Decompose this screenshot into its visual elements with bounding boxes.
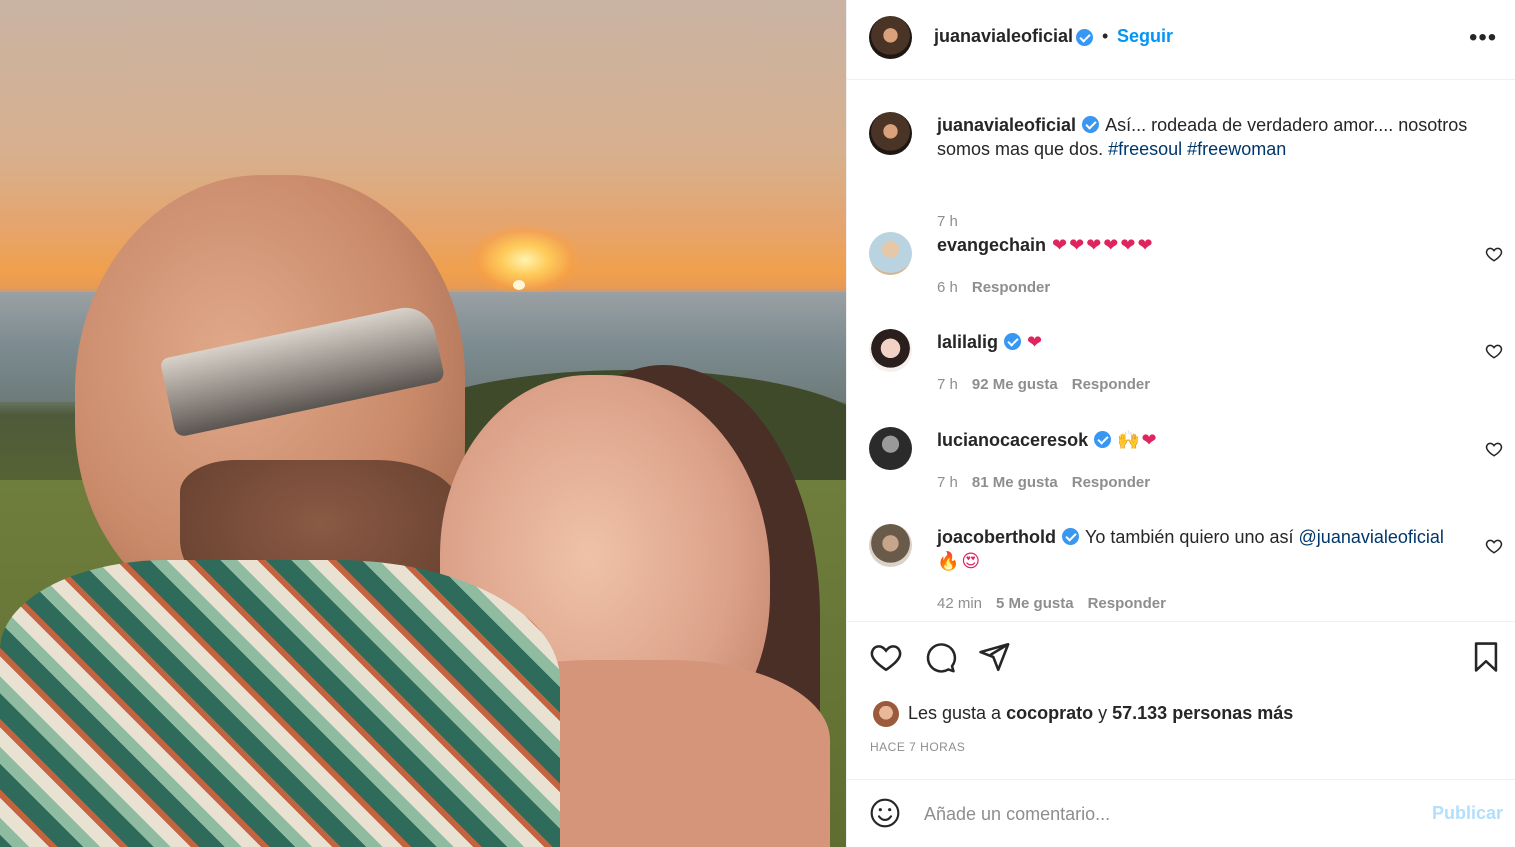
comment-meta: 7 h 92 Me gusta Responder <box>937 376 1150 393</box>
comment-avatar[interactable] <box>869 329 912 372</box>
mention-link[interactable]: @juanavialeoficial <box>1299 527 1444 547</box>
comment-username[interactable]: evangechain <box>937 235 1046 255</box>
comment-time[interactable]: 42 min <box>937 595 982 612</box>
reply-button[interactable]: Responder <box>1088 595 1166 612</box>
comment-username[interactable]: lucianocaceresok <box>937 430 1088 450</box>
post-timestamp[interactable]: HACE 7 HORAS <box>870 740 965 754</box>
photo-sun-dot <box>513 280 525 290</box>
caption-meta: 7 h <box>937 213 972 230</box>
caption-text: juanavialeoficial Así... rodeada de verda… <box>937 113 1477 161</box>
comments-list[interactable]: juanavialeoficial Así... rodeada de verda… <box>847 81 1515 621</box>
comment-avatar[interactable] <box>869 427 912 470</box>
caption-avatar[interactable] <box>869 112 912 155</box>
publish-button[interactable]: Publicar <box>1432 803 1503 824</box>
more-options-icon[interactable]: ••• <box>1469 24 1497 52</box>
comment-text: joacoberthold Yo también quiero uno así @… <box>937 525 1477 574</box>
reply-button[interactable]: Responder <box>1072 474 1150 491</box>
comment-body: ❤❤❤❤❤❤ <box>1052 235 1155 256</box>
comment-meta: 6 h Responder <box>937 279 1050 296</box>
likes-summary: Les gusta a cocoprato y 57.133 personas … <box>869 701 1489 727</box>
verified-badge-icon <box>1062 528 1080 545</box>
liker-avatar[interactable] <box>873 701 899 727</box>
photo-sun <box>470 225 580 295</box>
header-separator: • <box>1102 26 1109 46</box>
likes-count-link[interactable]: 57.133 personas más <box>1112 703 1293 723</box>
comment-text: evangechain ❤❤❤❤❤❤ <box>937 233 1477 258</box>
follow-button[interactable]: Seguir <box>1117 26 1173 47</box>
verified-badge-icon <box>1076 29 1093 46</box>
bookmark-icon[interactable] <box>1469 640 1503 674</box>
verified-badge-icon <box>1094 431 1112 448</box>
comment-meta: 42 min 5 Me gusta Responder <box>937 595 1166 612</box>
comment-body: Yo también quiero uno así <box>1085 527 1294 547</box>
hashtag-link[interactable]: #freewoman <box>1187 139 1286 159</box>
comment-time[interactable]: 6 h <box>937 279 958 296</box>
verified-badge-icon <box>1082 116 1100 133</box>
comment-like-count[interactable]: 5 Me gusta <box>996 595 1074 612</box>
likes-prefix: Les gusta a <box>908 703 1002 723</box>
heart-icon[interactable] <box>869 640 903 674</box>
comment-avatar[interactable] <box>869 524 912 567</box>
comment-text: lucianocaceresok 🙌❤ <box>937 428 1477 453</box>
hashtag-link[interactable]: #freesoul <box>1108 139 1182 159</box>
comment-username[interactable]: lalilalig <box>937 332 998 352</box>
comment-like-heart-icon[interactable] <box>1485 537 1503 555</box>
comment-meta: 7 h 81 Me gusta Responder <box>937 474 1150 491</box>
comment-like-heart-icon[interactable] <box>1485 440 1503 458</box>
reply-button[interactable]: Responder <box>972 279 1050 296</box>
comment-time[interactable]: 7 h <box>937 474 958 491</box>
comment-avatar[interactable] <box>869 232 912 275</box>
post-photo[interactable] <box>0 0 846 847</box>
comment-text: lalilalig ❤ <box>937 330 1477 355</box>
likes-text: Les gusta a cocoprato y 57.133 personas … <box>908 703 1293 724</box>
comment-time[interactable]: 7 h <box>937 376 958 393</box>
comment-like-heart-icon[interactable] <box>1485 342 1503 360</box>
comment-like-count[interactable]: 92 Me gusta <box>972 376 1058 393</box>
add-comment-bar: Publicar <box>847 779 1515 847</box>
smiley-icon[interactable] <box>869 797 901 829</box>
comment-like-heart-icon[interactable] <box>1485 245 1503 263</box>
comment-like-count[interactable]: 81 Me gusta <box>972 474 1058 491</box>
comment-body: ❤ <box>1027 332 1045 353</box>
comment-body: 🙌❤ <box>1117 430 1159 451</box>
author-avatar[interactable] <box>869 16 912 59</box>
caption-time[interactable]: 7 h <box>937 213 958 230</box>
photo-shirt <box>0 560 560 847</box>
comment-icon[interactable] <box>923 640 957 674</box>
author-username[interactable]: juanavialeoficial <box>934 26 1073 47</box>
reply-button[interactable]: Responder <box>1072 376 1150 393</box>
post-side-panel: juanavialeoficial • Seguir ••• juanavial… <box>846 0 1515 847</box>
caption-username[interactable]: juanavialeoficial <box>937 115 1076 135</box>
share-icon[interactable] <box>977 640 1011 674</box>
post-actions: Les gusta a cocoprato y 57.133 personas … <box>847 621 1515 779</box>
comment-emoji: 🔥😍 <box>937 551 983 572</box>
verified-badge-icon <box>1004 333 1022 350</box>
comment-input[interactable] <box>924 800 1404 828</box>
liker-username[interactable]: cocoprato <box>1006 703 1093 723</box>
comment-username[interactable]: joacoberthold <box>937 527 1056 547</box>
likes-joiner: y <box>1098 703 1108 723</box>
post-header: juanavialeoficial • Seguir ••• <box>847 0 1515 80</box>
